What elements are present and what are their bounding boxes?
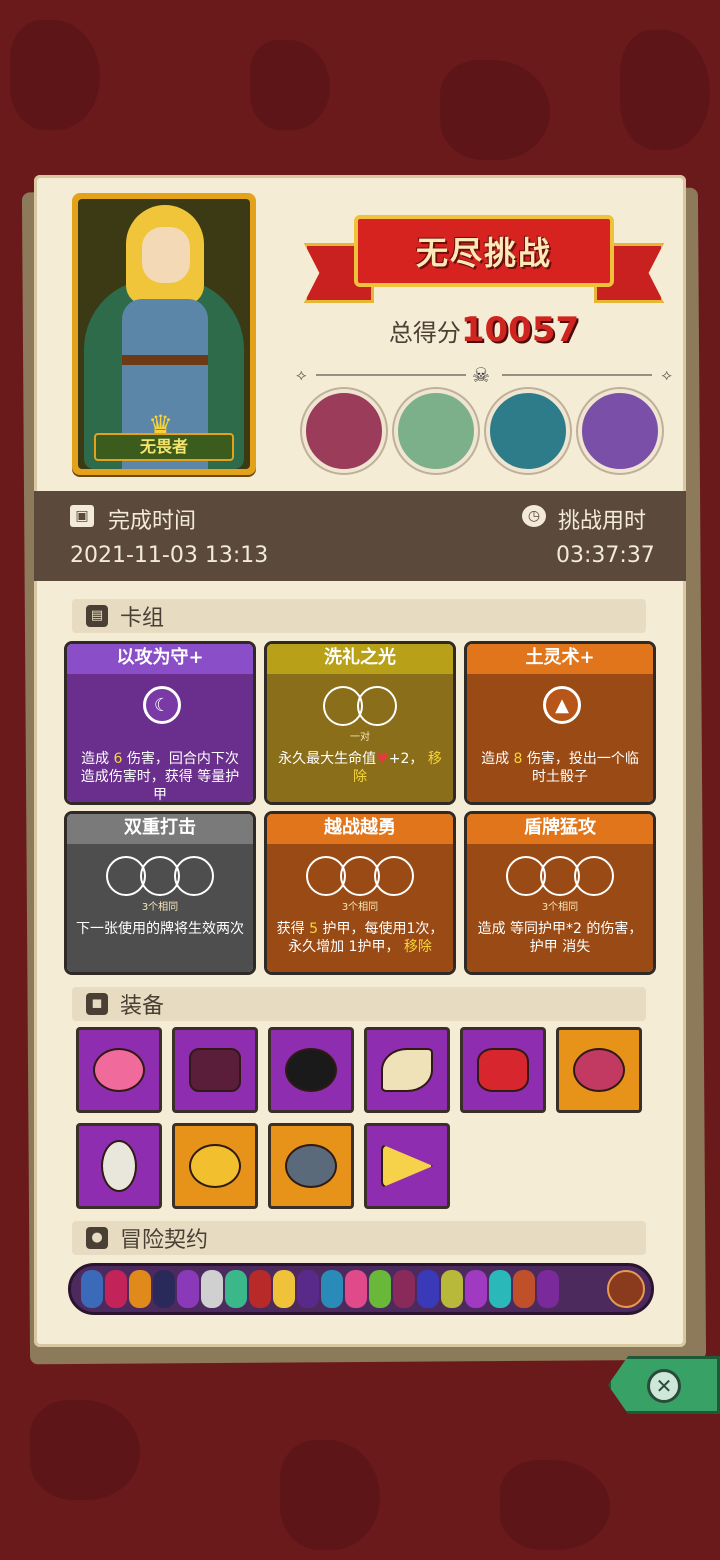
challenge-title: 无尽挑战 — [415, 234, 552, 272]
dice-slots — [267, 686, 453, 726]
dice-slots — [467, 856, 653, 896]
result-panel: ♛ 无畏者 无尽挑战 总得分10057 ⟡ ☠ ⟡ ▣ 完成时间 2021-11… — [34, 175, 686, 1347]
demon-skull-icon: ☠ — [472, 363, 490, 387]
gold-coin-icon[interactable] — [172, 1123, 258, 1209]
card-title: 双重打击 — [67, 814, 253, 844]
close-button[interactable]: ✕ — [608, 1356, 720, 1414]
film-icon: ▣ — [70, 505, 94, 527]
box-icon: ◼ — [86, 993, 108, 1015]
duration-label: 挑战用时 — [558, 509, 647, 534]
vest-armor-icon[interactable] — [172, 1027, 258, 1113]
mirror-icon[interactable] — [76, 1123, 162, 1209]
card-title: 盾牌猛攻 — [467, 814, 653, 844]
purple-dragon-boss-icon[interactable] — [578, 389, 662, 473]
cheese-wedge-icon[interactable] — [364, 1123, 450, 1209]
contract-emblem-icon — [607, 1270, 645, 1308]
pink-mushroom-icon[interactable] — [76, 1027, 162, 1113]
contract-header-label: 冒险契约 — [120, 1228, 209, 1253]
arrow-left-icon: ⟡ — [296, 365, 307, 384]
completion-time-label: 完成时间 — [108, 509, 197, 534]
card-双重打击[interactable]: 双重打击 3个相同 下一张使用的牌将生效两次 — [64, 811, 256, 975]
red-gem-icon[interactable] — [460, 1027, 546, 1113]
tribal-mask-icon[interactable] — [556, 1027, 642, 1113]
boss-divider: ⟡ ☠ ⟡ — [296, 363, 672, 387]
card-以攻为守[interactable]: 以攻为守+ ☾ 造成 6 伤害，回合内下次造成伤害时，获得 等量护甲 — [64, 641, 256, 805]
card-title: 洗礼之光 — [267, 644, 453, 674]
stopwatch-icon: ◷ — [522, 505, 546, 527]
dice-slots — [67, 856, 253, 896]
contract-strip[interactable] — [68, 1263, 654, 1315]
moon-icon: ☾ — [143, 686, 181, 724]
person-icon: ● — [86, 1227, 108, 1249]
card-sub: 3个相同 — [141, 902, 179, 913]
card-title: 以攻为守+ — [67, 644, 253, 674]
score-value: 10057 — [460, 310, 580, 350]
stone-amulet-icon[interactable] — [268, 1123, 354, 1209]
duration-value: 03:37:37 — [556, 543, 655, 568]
deck-header: ▤ 卡组 — [72, 599, 646, 633]
challenge-banner: 无尽挑战 — [304, 205, 664, 315]
green-lizard-boss-icon[interactable] — [394, 389, 478, 473]
boss-list — [302, 389, 662, 473]
score-label: 总得分 — [388, 319, 461, 347]
score-row: 总得分10057 — [304, 310, 664, 350]
card-desc: 永久最大生命值♥+2， 移除 — [278, 751, 442, 785]
card-desc: 造成 8 伤害，投出一个临时土骰子 — [481, 751, 639, 785]
card-desc: 获得 5 护甲，每使用1次，永久增加 1护甲， 移除 — [276, 921, 444, 955]
time-band: ▣ 完成时间 2021-11-03 13:13 ◷ 挑战用时 03:37:37 — [34, 491, 686, 581]
contract-header: ● 冒险契约 — [72, 1221, 646, 1255]
fang-claws-icon[interactable] — [364, 1027, 450, 1113]
card-desc: 下一张使用的牌将生效两次 — [76, 921, 244, 937]
arrow-right-icon: ⟡ — [661, 365, 672, 384]
hero-portrait: ♛ 无畏者 — [78, 199, 250, 469]
card-desc: 造成 等同护甲*2 的伤害，护甲 消失 — [477, 921, 643, 955]
hero-name: 无畏者 — [94, 433, 234, 461]
completion-time-value: 2021-11-03 13:13 — [70, 543, 269, 568]
equipment-header-label: 装备 — [120, 994, 165, 1019]
mountain-icon: ▲ — [543, 686, 581, 724]
close-icon: ✕ — [647, 1369, 681, 1403]
card-title: 越战越勇 — [267, 814, 453, 844]
card-sub: 3个相同 — [341, 902, 379, 913]
dice-slots — [267, 856, 453, 896]
card-title: 土灵术+ — [467, 644, 653, 674]
armored-knight-boss-icon[interactable] — [486, 389, 570, 473]
stone-golem-boss-icon[interactable] — [302, 389, 386, 473]
hero-card[interactable]: ♛ 无畏者 — [72, 193, 256, 475]
card-洗礼之光[interactable]: 洗礼之光 一对 永久最大生命值♥+2， 移除 — [264, 641, 456, 805]
card-sub: 3个相同 — [541, 902, 579, 913]
cards-icon: ▤ — [86, 605, 108, 627]
card-越战越勇[interactable]: 越战越勇 3个相同 获得 5 护甲，每使用1次，永久增加 1护甲， 移除 — [264, 811, 456, 975]
card-sub: 一对 — [350, 732, 370, 743]
shadow-rune-icon[interactable] — [268, 1027, 354, 1113]
equipment-header: ◼ 装备 — [72, 987, 646, 1021]
card-盾牌猛攻[interactable]: 盾牌猛攻 3个相同 造成 等同护甲*2 的伤害，护甲 消失 — [464, 811, 656, 975]
card-desc: 造成 6 伤害，回合内下次造成伤害时，获得 等量护甲 — [80, 751, 240, 803]
deck-header-label: 卡组 — [120, 606, 165, 631]
card-土灵术[interactable]: 土灵术+ ▲ 造成 8 伤害，投出一个临时土骰子 — [464, 641, 656, 805]
